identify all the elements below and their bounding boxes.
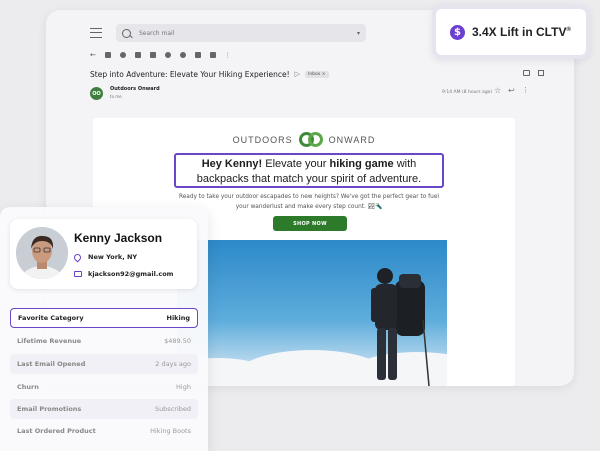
cltv-lift-badge: $ 3.4X Lift in CLTV® — [432, 5, 590, 59]
email-time: 9:14 AM (8 hours ago) — [442, 90, 493, 95]
headline-highlight: hiking game — [329, 158, 394, 170]
sender-avatar: OO — [90, 87, 103, 100]
recipient-label[interactable]: to me — [110, 94, 122, 99]
attribute-row-email-promotions[interactable]: Email Promotions Subscribed — [10, 399, 198, 419]
headline-part: Elevate your — [262, 158, 330, 170]
headline-greeting: Hey Kenny! — [201, 158, 263, 170]
customer-name: Kenny Jackson — [74, 231, 163, 245]
attribute-value: Subscribed — [154, 405, 191, 413]
search-options-icon[interactable]: ▾ — [357, 30, 360, 37]
attribute-value: Hiking — [166, 314, 191, 322]
mark-unread-icon[interactable] — [149, 52, 156, 58]
print-icon[interactable] — [523, 70, 530, 76]
open-new-window-icon[interactable] — [538, 70, 544, 76]
registered-mark: ® — [566, 27, 571, 33]
inbox-badge[interactable]: Inbox × — [305, 70, 329, 78]
brand-word-left: OUTDOORS — [232, 135, 293, 145]
attribute-row-lifetime-revenue[interactable]: Lifetime Revenue $489.50 — [10, 331, 198, 351]
menu-icon[interactable] — [90, 28, 102, 38]
search-bar[interactable]: Search mail ▾ — [116, 24, 366, 42]
badge-label: 3.4X Lift in CLTV — [472, 25, 567, 39]
attribute-key: Last Ordered Product — [17, 427, 96, 435]
customer-location: New York, NY — [88, 253, 138, 261]
attribute-value: High — [176, 383, 191, 391]
email-headline: Hey Kenny! Elevate your hiking game with… — [174, 153, 444, 188]
delete-icon[interactable] — [134, 52, 141, 58]
attribute-row-last-email-opened[interactable]: Last Email Opened 2 days ago — [10, 354, 198, 374]
envelope-icon — [74, 271, 82, 277]
attribute-key: Favorite Category — [18, 314, 84, 322]
email-toolbar: ← ⋮ — [90, 48, 231, 62]
report-icon[interactable] — [119, 52, 126, 58]
snooze-icon[interactable] — [164, 52, 171, 58]
more-options-icon[interactable]: ⋮ — [522, 87, 529, 94]
brand-header: OUTDOORS ONWARD — [93, 132, 515, 148]
email-body-text: Ready to take your outdoor escapades to … — [178, 194, 440, 210]
sender-name: Outdoors Onward — [110, 86, 160, 92]
search-icon — [122, 28, 131, 38]
brand-word-right: ONWARD — [328, 135, 376, 145]
attribute-row-churn[interactable]: Churn High — [10, 377, 198, 397]
customer-profile-panel: Kenny Jackson New York, NY kjackson92@gm… — [0, 207, 208, 451]
inbox-label: Inbox — [308, 71, 321, 77]
archive-icon[interactable] — [104, 52, 111, 58]
hero-image — [177, 240, 447, 386]
more-vert-icon[interactable]: ⋮ — [225, 52, 231, 59]
headline-part: with — [393, 158, 417, 170]
subject-row: Step into Adventure: Elevate Your Hiking… — [90, 67, 544, 81]
attribute-key: Churn — [17, 383, 39, 391]
attribute-value: 2 days ago — [155, 360, 191, 368]
headline-line-two: backpacks that match your spirit of adve… — [196, 173, 422, 185]
customer-location-row: New York, NY — [72, 252, 138, 262]
cltv-lift-text: 3.4X Lift in CLTV® — [472, 25, 571, 39]
customer-avatar — [16, 227, 68, 279]
move-icon[interactable] — [194, 52, 201, 58]
shop-now-button[interactable]: SHOP NOW — [273, 216, 347, 231]
customer-card: Kenny Jackson New York, NY kjackson92@gm… — [10, 219, 197, 289]
location-pin-icon — [72, 252, 83, 262]
back-arrow-icon[interactable]: ← — [90, 51, 96, 59]
sender-row: OO Outdoors Onward to me 9:14 AM (8 hour… — [90, 86, 532, 102]
attribute-key: Last Email Opened — [17, 360, 86, 368]
hiker-illustration — [371, 268, 430, 386]
customer-email-row: kjackson92@gmail.com — [74, 270, 173, 278]
label-icon[interactable] — [209, 52, 216, 58]
email-subject: Step into Adventure: Elevate Your Hiking… — [90, 69, 290, 79]
attribute-key: Lifetime Revenue — [17, 337, 82, 345]
reply-icon[interactable]: ↩ — [508, 87, 515, 95]
attribute-row-last-ordered-product[interactable]: Last Ordered Product Hiking Boots — [10, 421, 198, 441]
attribute-value: $489.50 — [164, 337, 191, 345]
customer-email: kjackson92@gmail.com — [88, 270, 174, 278]
dollar-icon: $ — [450, 24, 465, 40]
add-task-icon[interactable] — [179, 52, 186, 58]
important-icon[interactable]: ▷ — [295, 70, 300, 78]
star-icon[interactable]: ☆ — [494, 87, 501, 95]
avatar-illustration — [16, 227, 68, 279]
brand-logo-icon — [298, 132, 323, 148]
attribute-row-favorite-category[interactable]: Favorite Category Hiking — [10, 308, 198, 328]
attribute-key: Email Promotions — [17, 405, 82, 413]
attribute-value: Hiking Boots — [150, 427, 191, 435]
search-input[interactable]: Search mail — [139, 30, 357, 37]
